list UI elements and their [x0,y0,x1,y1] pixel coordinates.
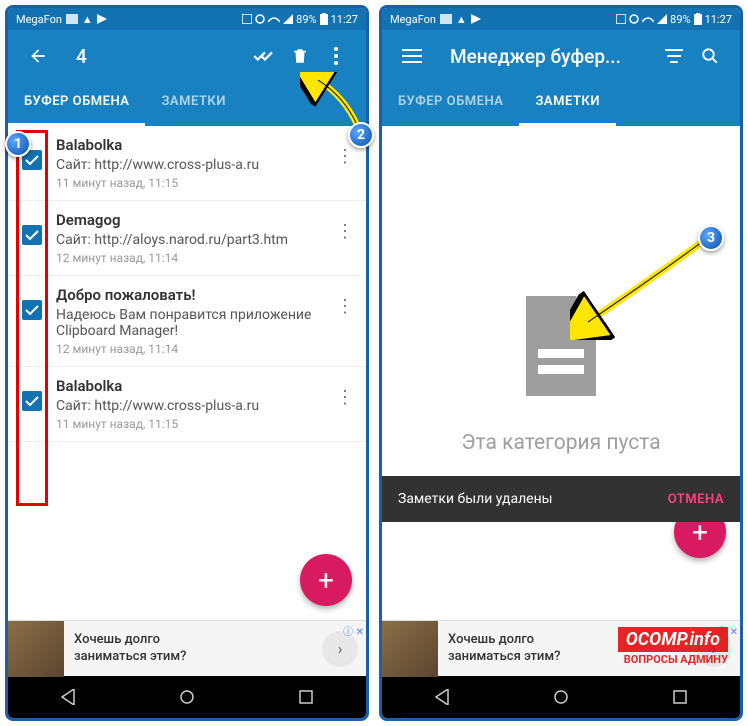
tab-notes[interactable]: ЗАМЕТКИ [145,82,241,126]
item-title: Balabolka [56,136,330,154]
item-title: Demagog [56,211,330,229]
item-title: Balabolka [56,377,330,395]
ad-banner[interactable]: Хочешь долгозаниматься этим? › ⓘ ✕ [382,620,740,676]
tab-clipboard[interactable]: БУФЕР ОБМЕНА [382,82,519,126]
time-label: 11:27 [705,13,732,26]
list-item[interactable]: Balabolka Сайт: http://www.cross-plus-a.… [8,126,366,201]
cloud-icon: ▲ [82,13,93,26]
ad-info-icon[interactable]: ⓘ ✕ [717,623,738,638]
item-checkbox[interactable] [22,300,42,320]
callout-3: 3 [698,225,724,251]
item-site: Сайт: http://www.cross-plus-a.ru [56,157,330,173]
phone-right: MegaFon ▲ 89% 11:27 Менеджер буфер... БУ… [379,5,743,721]
play-icon [471,14,481,24]
nav-bar [382,676,740,718]
item-more-button[interactable]: ⋮ [330,296,360,317]
nfc-icon [616,14,626,24]
status-bar: MegaFon ▲ 89% 11:27 [382,8,740,30]
item-time: 12 минут назад, 11:14 [56,251,330,265]
tabs: БУФЕР ОБМЕНА ЗАМЕТКИ [8,82,366,126]
wifi-icon [268,14,280,24]
battery-icon [694,13,702,25]
snackbar-text: Заметки были удалены [398,491,668,507]
ad-text: Хочешь долгозаниматься этим? [64,632,322,666]
delete-button[interactable] [282,38,318,74]
empty-label: Эта категория пуста [461,431,660,455]
time-label: 11:27 [331,13,358,26]
status-bar: MegaFon ▲ 89% 11:27 [8,8,366,30]
snackbar-undo[interactable]: ОТМЕНА [668,492,724,507]
item-checkbox[interactable] [22,391,42,411]
alarm-icon [629,14,639,24]
selection-count: 4 [76,45,246,68]
item-site: Сайт: http://aloys.narod.ru/part3.htm [56,232,330,248]
item-title: Добро пожаловать! [56,286,330,304]
ad-image [8,621,64,677]
search-button[interactable] [692,38,728,74]
status-icon [440,14,452,24]
cloud-icon: ▲ [456,13,467,26]
item-more-button[interactable]: ⋮ [330,146,360,167]
phone-left: MegaFon ▲ 89% 11:27 4 БУФЕР [5,5,369,721]
app-title: Менеджер буфер... [450,45,656,68]
item-site: Надеюсь Вам понравится приложение Clipbo… [56,307,330,339]
app-bar-selection: 4 [8,30,366,82]
ad-info-icon[interactable]: ⓘ ✕ [343,623,364,638]
nav-back[interactable] [412,689,472,705]
list-item[interactable]: Balabolka Сайт: http://www.cross-plus-a.… [8,367,366,442]
item-time: 11 минут назад, 11:15 [56,417,330,431]
item-time: 12 минут назад, 11:14 [56,342,330,356]
clipboard-list: Balabolka Сайт: http://www.cross-plus-a.… [8,126,366,620]
carrier-label: MegaFon [16,13,62,26]
signal-icon [283,14,293,24]
sort-button[interactable] [656,38,692,74]
menu-button[interactable] [394,38,430,74]
ad-image [382,621,438,677]
alarm-icon [255,14,265,24]
snackbar: Заметки были удалены ОТМЕНА [382,476,740,522]
back-button[interactable] [20,38,56,74]
tab-notes[interactable]: ЗАМЕТКИ [519,82,615,126]
ad-text: Хочешь долгозаниматься этим? [438,632,696,666]
list-item[interactable]: Demagog Сайт: http://aloys.narod.ru/part… [8,201,366,276]
nav-bar [8,676,366,718]
callout-2: 2 [348,122,374,148]
overflow-menu-button[interactable] [318,38,354,74]
select-all-button[interactable] [246,38,282,74]
wifi-icon [642,14,654,24]
ad-banner[interactable]: Хочешь долгозаниматься этим? › ⓘ ✕ [8,620,366,676]
app-bar: Менеджер буфер... [382,30,740,82]
nav-back[interactable] [38,689,98,705]
carrier-label: MegaFon [390,13,436,26]
tabs: БУФЕР ОБМЕНА ЗАМЕТКИ [382,82,740,126]
notes-empty: Эта категория пуста + Заметки были удале… [382,126,740,620]
battery-label: 89% [296,13,316,26]
list-item[interactable]: Добро пожаловать! Надеюсь Вам понравится… [8,276,366,367]
nav-home[interactable] [531,689,591,705]
item-checkbox[interactable] [22,225,42,245]
fab-add[interactable]: + [300,554,352,606]
item-time: 11 минут назад, 11:15 [56,176,330,190]
nav-home[interactable] [157,689,217,705]
item-more-button[interactable]: ⋮ [330,221,360,242]
battery-label: 89% [670,13,690,26]
nav-recent[interactable] [276,690,336,704]
signal-icon [657,14,667,24]
item-more-button[interactable]: ⋮ [330,387,360,408]
battery-icon [320,13,328,25]
nfc-icon [242,14,252,24]
callout-1: 1 [5,131,31,157]
item-site: Сайт: http://www.cross-plus-a.ru [56,398,330,414]
play-icon [97,14,107,24]
document-icon [516,291,606,401]
status-icon [66,14,78,24]
nav-recent[interactable] [650,690,710,704]
tab-clipboard[interactable]: БУФЕР ОБМЕНА [8,82,145,126]
